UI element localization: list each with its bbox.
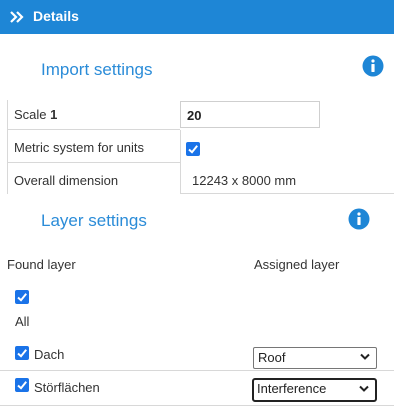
row-divider (0, 405, 394, 406)
row-divider (180, 193, 394, 194)
row-divider (0, 370, 394, 371)
assigned-layer-value: Roof (258, 350, 286, 365)
all-checkbox[interactable] (15, 290, 29, 304)
import-info-icon[interactable] (362, 55, 384, 77)
panel-title: Details (33, 8, 79, 24)
assigned-layer-select-stoerflaechen[interactable]: Interference (252, 378, 377, 402)
all-label: All (15, 314, 30, 329)
overall-dimension-label: Overall dimension (14, 173, 119, 188)
assigned-layer-value: Interference (257, 381, 327, 396)
assigned-layer-header: Assigned layer (254, 257, 340, 272)
overall-dimension-value: 12243 x 8000 mm (192, 173, 297, 188)
details-header: Details (0, 0, 394, 34)
metric-checkbox[interactable] (186, 142, 200, 156)
row-divider (7, 129, 180, 130)
chevron-down-icon (360, 353, 370, 360)
row-divider (7, 162, 180, 163)
found-layer-header: Found layer (7, 257, 76, 272)
metric-label: Metric system for units (14, 140, 145, 155)
import-settings-title: Import settings (41, 60, 153, 79)
layer-checkbox-stoerflaechen[interactable] (15, 378, 29, 392)
chevron-down-icon (359, 385, 369, 392)
layer-settings-title: Layer settings (41, 211, 147, 230)
layer-info-icon[interactable] (348, 208, 370, 230)
layer-name-dach: Dach (34, 347, 65, 362)
assigned-layer-select-dach[interactable]: Roof (253, 347, 377, 369)
column-divider (180, 130, 181, 194)
layer-checkbox-dach[interactable] (15, 346, 29, 360)
scale-input[interactable]: 20 (180, 101, 320, 128)
layer-name-stoerflaechen: Störflächen (34, 380, 100, 395)
scale-label: Scale 1 (14, 107, 58, 122)
left-border (7, 100, 8, 194)
double-chevron-right-icon[interactable] (9, 9, 25, 25)
